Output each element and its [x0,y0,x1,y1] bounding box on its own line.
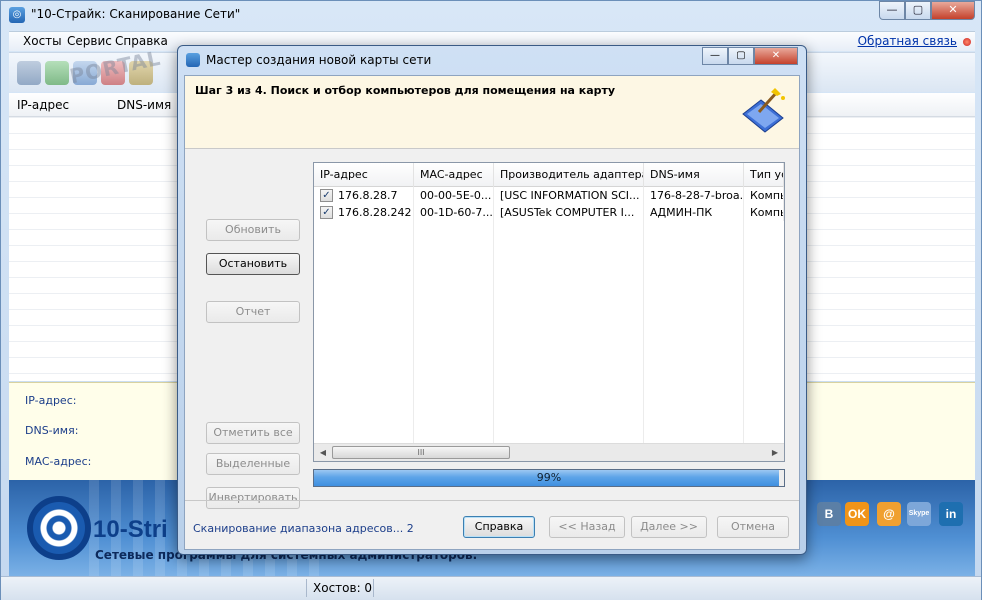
row-type: Компь [744,187,784,204]
wizard-dialog: Мастер создания новой карты сети — ▢ ✕ Ш… [177,45,807,555]
main-titlebar: ◎ "10-Страйк: Сканирование Сети" — ▢ ✕ [1,1,981,29]
help-button[interactable]: Справка [463,516,535,538]
main-title: "10-Страйк: Сканирование Сети" [31,7,241,21]
linkedin-icon[interactable]: in [939,502,963,526]
back-button[interactable]: << Назад [549,516,625,538]
detail-mac-label: MAC-адрес: [25,455,92,468]
invert-button[interactable]: Инвертировать [206,487,300,509]
stop-button[interactable]: Остановить [206,253,300,275]
mail-icon[interactable]: @ [877,502,901,526]
progress-label: 99% [536,471,562,484]
wizard-icon [742,88,785,133]
row-mac: 00-1D-60-7... [414,204,494,221]
scroll-left-icon[interactable]: ◀ [316,446,330,460]
row-dns: АДМИН-ПК [644,204,744,221]
row-vendor: [ASUSTek COMPUTER I... [494,204,644,221]
column-dns[interactable]: DNS-имя [117,98,171,112]
list-item[interactable]: ✓ 176.8.28.242 00-1D-60-7... [ASUSTek CO… [314,204,784,221]
hosts-list-header: IP-адрес MAC-адрес Производитель адаптер… [314,163,784,187]
dialog-body: Шаг 3 из 4. Поиск и отбор компьютеров дл… [184,75,800,550]
select-all-button[interactable]: Отметить все [206,422,300,444]
step-title: Шаг 3 из 4. Поиск и отбор компьютеров дл… [195,84,616,97]
dialog-title: Мастер создания новой карты сети [206,53,432,67]
scan-progress-bar: 99% [313,469,785,487]
add-icon[interactable] [45,61,69,85]
scan-status-text: Сканирование диапазона адресов... 2 [193,522,414,535]
footer-divider [185,500,799,501]
menu-service[interactable]: Сервис [67,34,112,48]
row-dns: 176-8-28-7-broa... [644,187,744,204]
menu-hosts[interactable]: Хосты [23,34,62,48]
scan-icon[interactable] [17,61,41,85]
row-ip: 176.8.28.7 [332,187,414,204]
detail-ip-label: IP-адрес: [25,394,77,407]
scroll-right-icon[interactable]: ▶ [768,446,782,460]
hosts-list[interactable]: IP-адрес MAC-адрес Производитель адаптер… [313,162,785,462]
cancel-button[interactable]: Отмена [717,516,789,538]
list-item[interactable]: ✓ 176.8.28.7 00-00-5E-0... [USC INFORMAT… [314,187,784,204]
feedback-link[interactable]: Обратная связь [858,34,957,48]
row-type: Компь [744,204,784,221]
wizard-app-icon [186,53,200,67]
step-header: Шаг 3 из 4. Поиск и отбор компьютеров дл… [185,76,799,149]
horizontal-scrollbar[interactable]: ◀ III ▶ [314,443,784,461]
column-ip[interactable]: IP-адрес [17,98,69,112]
hosts-count: Хостов: 0 [313,581,373,595]
col-type[interactable]: Тип ус [744,163,784,187]
detail-dns-label: DNS-имя: [25,424,79,437]
row-vendor: [USC INFORMATION SCI... [494,187,644,204]
selected-button[interactable]: Выделенные [206,453,300,475]
feedback-icon [963,38,971,46]
skype-icon[interactable]: Skype [907,502,931,526]
scroll-thumb[interactable]: III [332,446,510,459]
next-button[interactable]: Далее >> [631,516,707,538]
menu-help[interactable]: Справка [115,34,168,48]
logo-text: 10-Stri [93,516,168,543]
status-separator [306,579,307,597]
dialog-maximize-button[interactable]: ▢ [728,47,754,65]
minimize-button[interactable]: — [879,1,905,20]
logo-icon [27,496,91,560]
row-mac: 00-00-5E-0... [414,187,494,204]
col-mac[interactable]: MAC-адрес [414,163,494,187]
statusbar: Хостов: 0 [1,576,981,600]
list-empty-area [314,221,784,443]
vk-icon[interactable]: B [817,502,841,526]
dialog-close-button[interactable]: ✕ [754,47,798,65]
app-icon: ◎ [9,7,25,23]
close-button[interactable]: ✕ [931,1,975,20]
dialog-minimize-button[interactable]: — [702,47,728,65]
maximize-button[interactable]: ▢ [905,1,931,20]
status-separator [373,579,374,597]
col-dns[interactable]: DNS-имя [644,163,744,187]
refresh-button[interactable]: Обновить [206,219,300,241]
col-ip[interactable]: IP-адрес [314,163,414,187]
odnoklassniki-icon[interactable]: OK [845,502,869,526]
row-ip: 176.8.28.242 [332,204,414,221]
report-button[interactable]: Отчет [206,301,300,323]
col-vendor[interactable]: Производитель адаптера [494,163,644,187]
